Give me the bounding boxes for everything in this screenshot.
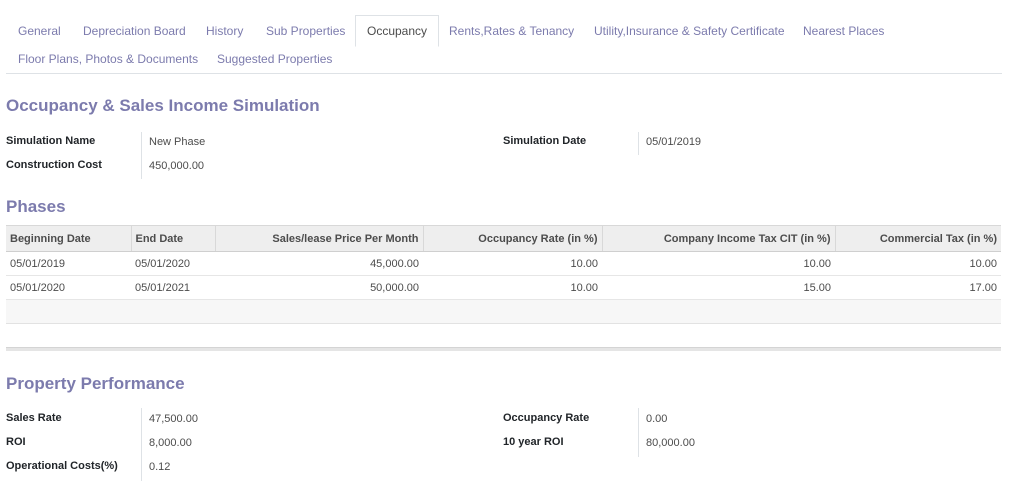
- performance-section-title: Property Performance: [6, 374, 185, 393]
- beginning-date-cell[interactable]: 05/01/2020: [6, 275, 131, 300]
- operational-costs-value: 0.12: [149, 461, 171, 473]
- tab-sub-properties[interactable]: Sub Properties: [266, 16, 345, 46]
- table-row[interactable]: 05/01/2019 05/01/2020 45,000.00 10.00 10…: [6, 251, 1001, 276]
- operational-costs-label: Operational Costs(%): [6, 460, 118, 472]
- phases-section-title: Phases: [6, 197, 66, 216]
- company-income-tax-cell[interactable]: 10.00: [602, 251, 835, 276]
- tab-occupancy[interactable]: Occupancy: [355, 15, 440, 47]
- ten-year-roi-value: 80,000.00: [646, 437, 695, 449]
- phases-table: Beginning Date End Date Sales/lease Pric…: [6, 225, 1001, 324]
- tab-nearest-places[interactable]: Nearest Places: [803, 16, 884, 46]
- tab-depreciation-board[interactable]: Depreciation Board: [83, 16, 186, 46]
- phases-table-header: Beginning Date End Date Sales/lease Pric…: [6, 225, 1001, 252]
- field-divider: [141, 408, 142, 481]
- tab-suggested-properties[interactable]: Suggested Properties: [217, 44, 332, 74]
- empty-cell: [6, 299, 1001, 324]
- tab-utility-insurance-safety[interactable]: Utility,Insurance & Safety Certificate: [594, 16, 785, 46]
- roi-label: ROI: [6, 436, 26, 448]
- company-income-tax-cell[interactable]: 15.00: [602, 275, 835, 300]
- simulation-name-label: Simulation Name: [6, 135, 96, 147]
- sales-rate-label: Sales Rate: [6, 412, 62, 424]
- column-header-sales-lease-price[interactable]: Sales/lease Price Per Month: [214, 225, 423, 252]
- sales-rate-value: 47,500.00: [149, 413, 198, 425]
- construction-cost-value[interactable]: 450,000.00: [149, 160, 204, 172]
- field-divider: [638, 408, 639, 457]
- occupancy-rate-value: 0.00: [646, 413, 668, 425]
- sales-lease-price-cell[interactable]: 45,000.00: [215, 251, 423, 276]
- tab-history[interactable]: History: [206, 16, 243, 46]
- simulation-date-value[interactable]: 05/01/2019: [646, 136, 701, 148]
- tab-general[interactable]: General: [18, 16, 61, 46]
- table-empty-row: [6, 299, 1001, 324]
- commercial-tax-cell[interactable]: 10.00: [835, 251, 1001, 276]
- simulation-name-value[interactable]: New Phase: [149, 136, 205, 148]
- simulation-section-title: Occupancy & Sales Income Simulation: [6, 96, 320, 115]
- end-date-cell[interactable]: 05/01/2020: [131, 251, 215, 276]
- construction-cost-label: Construction Cost: [6, 159, 102, 171]
- beginning-date-cell[interactable]: 05/01/2019: [6, 251, 131, 276]
- sales-lease-price-cell[interactable]: 50,000.00: [215, 275, 423, 300]
- simulation-date-label: Simulation Date: [503, 135, 587, 147]
- commercial-tax-cell[interactable]: 17.00: [835, 275, 1001, 300]
- column-header-company-income-tax[interactable]: Company Income Tax CIT (in %): [601, 225, 835, 252]
- end-date-cell[interactable]: 05/01/2021: [131, 275, 215, 300]
- occupancy-rate-label: Occupancy Rate: [503, 412, 590, 424]
- tab-floor-plans-photos-documents[interactable]: Floor Plans, Photos & Documents: [18, 44, 198, 74]
- ten-year-roi-label: 10 year ROI: [503, 436, 564, 448]
- section-separator: [6, 347, 1001, 351]
- column-header-commercial-tax[interactable]: Commercial Tax (in %): [834, 225, 1001, 252]
- tab-rents-rates-tenancy[interactable]: Rents,Rates & Tenancy: [449, 16, 574, 46]
- column-header-beginning-date[interactable]: Beginning Date: [6, 225, 131, 252]
- occupancy-rate-cell[interactable]: 10.00: [423, 275, 602, 300]
- field-divider: [141, 132, 142, 179]
- occupancy-rate-cell[interactable]: 10.00: [423, 251, 602, 276]
- table-row[interactable]: 05/01/2020 05/01/2021 50,000.00 10.00 15…: [6, 275, 1001, 300]
- column-header-occupancy-rate[interactable]: Occupancy Rate (in %): [422, 225, 602, 252]
- field-divider: [638, 132, 639, 155]
- notebook-tabs: General Depreciation Board History Sub P…: [6, 15, 1002, 74]
- roi-value: 8,000.00: [149, 437, 192, 449]
- column-header-end-date[interactable]: End Date: [130, 225, 215, 252]
